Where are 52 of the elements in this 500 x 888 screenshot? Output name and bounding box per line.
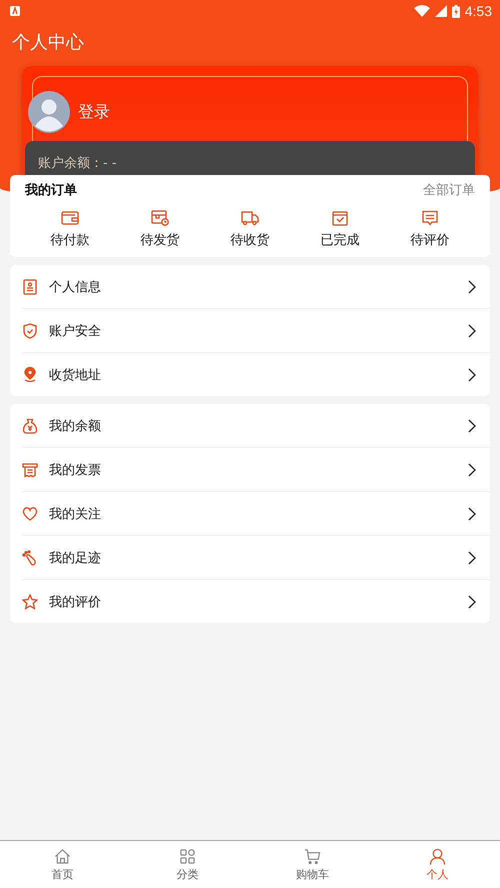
menu-item[interactable]: 收货地址 — [22, 353, 490, 396]
cart-icon — [304, 848, 321, 864]
tab-bar-item[interactable]: 首页 — [0, 841, 125, 888]
battery-icon — [452, 4, 460, 18]
order-status-item[interactable]: 待付款 — [30, 210, 110, 249]
login-link[interactable]: 登录 — [78, 102, 110, 122]
chevron-right-icon — [468, 368, 476, 382]
order-status-item[interactable]: 待发货 — [120, 210, 200, 249]
shield-icon — [22, 322, 38, 338]
menu-item[interactable]: 我的发票 — [22, 448, 490, 492]
chevron-right-icon — [468, 594, 476, 608]
tab-bar-item[interactable]: 购物车 — [250, 841, 375, 888]
chevron-right-icon — [468, 506, 476, 520]
chevron-right-icon — [468, 550, 476, 564]
tab-bar-item[interactable]: 分类 — [125, 841, 250, 888]
box-icon — [331, 210, 349, 226]
person-icon — [429, 848, 446, 864]
home-icon — [54, 848, 71, 864]
menu-item[interactable]: 我的评价 — [22, 580, 490, 623]
menu-item[interactable]: 个人信息 — [22, 265, 490, 309]
grid-icon — [179, 848, 196, 864]
chevron-right-icon — [468, 418, 476, 432]
signal-icon — [434, 5, 447, 17]
order-status-item[interactable]: 待评价 — [390, 210, 470, 249]
order-status-item[interactable]: 已完成 — [300, 210, 380, 249]
status-time: 4:53 — [464, 3, 492, 19]
section-title: 我的订单 — [25, 182, 77, 199]
balance-label: 账户余额：- - — [38, 156, 117, 171]
document-icon — [22, 278, 38, 294]
money-bag-icon — [22, 418, 38, 434]
heart-icon — [22, 506, 38, 522]
chevron-right-icon — [468, 280, 476, 294]
page-title: 个人中心 — [12, 31, 84, 55]
wallet-icon — [61, 210, 79, 226]
truck-icon — [241, 210, 259, 226]
location-pin-icon — [22, 366, 38, 382]
chevron-right-icon — [468, 462, 476, 476]
notification-icon — [10, 6, 20, 16]
menu-item[interactable]: 账户安全 — [22, 309, 490, 353]
tab-bar-item[interactable]: 个人 — [375, 841, 500, 888]
footprint-icon — [22, 550, 38, 566]
receipt-icon — [22, 462, 38, 478]
all-orders-link[interactable]: 全部订单 — [423, 181, 475, 199]
message-icon — [421, 210, 439, 226]
menu-item[interactable]: 我的关注 — [22, 492, 490, 536]
star-icon — [22, 594, 38, 610]
chevron-right-icon — [468, 324, 476, 338]
menu-item[interactable]: 我的余额 — [22, 404, 490, 448]
avatar-icon[interactable] — [28, 91, 70, 133]
menu-item[interactable]: 我的足迹 — [22, 536, 490, 580]
wifi-icon — [414, 5, 430, 17]
order-status-item[interactable]: 待收货 — [210, 210, 290, 249]
